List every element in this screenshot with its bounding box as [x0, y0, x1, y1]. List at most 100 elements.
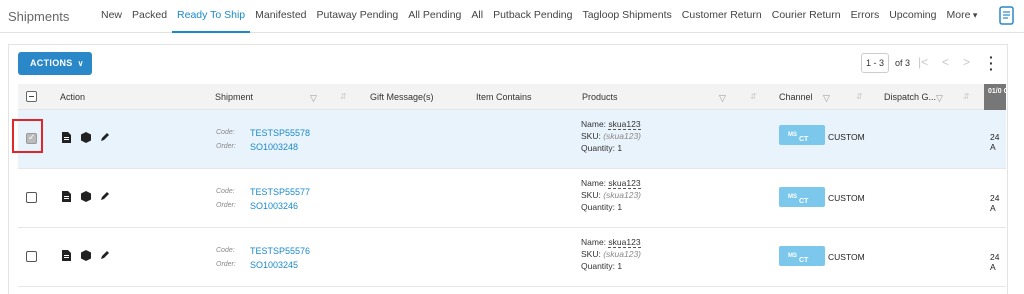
- sort-icon[interactable]: ⇵: [340, 92, 347, 101]
- channel-name: CUSTOM: [828, 193, 865, 203]
- channel-badge: MS CT: [779, 125, 825, 145]
- document-icon[interactable]: [62, 250, 72, 261]
- quantity: Quantity: 1: [581, 143, 623, 153]
- row-actions: [62, 132, 110, 143]
- tab-all-pending[interactable]: All Pending: [403, 0, 466, 33]
- tab-upcoming[interactable]: Upcoming: [884, 0, 941, 33]
- product-name-label: Name:: [581, 119, 607, 129]
- shipment-code-link[interactable]: TESTSP55578: [250, 128, 310, 138]
- product-info: Name: skua123 SKU: (skua123) Quantity: 1: [581, 177, 641, 213]
- col-created: 01/0 Crea: [984, 84, 1006, 110]
- tab-customer-return[interactable]: Customer Return: [677, 0, 767, 33]
- document-icon[interactable]: [62, 132, 72, 143]
- channel-badge-top: MS: [788, 253, 797, 259]
- edit-pencil-icon[interactable]: [100, 132, 110, 143]
- chevron-down-icon: ∨: [77, 59, 84, 68]
- col-dispatch: Dispatch G...: [884, 92, 937, 102]
- select-all-checkbox[interactable]: [26, 91, 37, 102]
- row-checkbox[interactable]: [26, 251, 37, 262]
- sku-value: (skua123): [603, 190, 642, 200]
- col-channel: Channel: [779, 92, 813, 102]
- quantity: Quantity: 1: [581, 261, 623, 271]
- channel-name: CUSTOM: [828, 252, 865, 262]
- filter-icon[interactable]: ▽: [936, 93, 943, 104]
- tab-putback-pending[interactable]: Putback Pending: [488, 0, 577, 33]
- channel-badge: MS CT: [779, 187, 825, 207]
- tab-packed[interactable]: Packed: [127, 0, 172, 33]
- row-actions: [62, 250, 110, 261]
- created-date: 24 A: [990, 132, 1000, 152]
- code-label: Code:: [216, 129, 235, 136]
- edit-pencil-icon[interactable]: [100, 191, 110, 202]
- tab-tagloop-shipments[interactable]: Tagloop Shipments: [577, 0, 676, 33]
- tab-all[interactable]: All: [466, 0, 488, 33]
- table-row[interactable]: Code: TESTSP55578 Order: SO1003248 Name:…: [18, 110, 1006, 169]
- prev-page-icon[interactable]: <: [942, 55, 949, 69]
- edit-pencil-icon[interactable]: [100, 250, 110, 261]
- highlight-box: [12, 119, 43, 153]
- sku-label: SKU:: [581, 190, 601, 200]
- col-gift-message: Gift Message(s): [370, 92, 434, 102]
- row-actions: [62, 191, 110, 202]
- channel-badge-code: CT: [798, 257, 809, 264]
- sku-value: (skua123): [603, 131, 642, 141]
- channel-badge-code: CT: [798, 198, 809, 205]
- tab-courier-return[interactable]: Courier Return: [767, 0, 846, 33]
- order-code-link[interactable]: SO1003245: [250, 260, 298, 270]
- next-page-icon[interactable]: >: [963, 55, 970, 69]
- package-icon[interactable]: [81, 191, 91, 202]
- tab-errors[interactable]: Errors: [846, 0, 885, 33]
- table-row[interactable]: Code: TESTSP55577 Order: SO1003246 Name:…: [18, 169, 1006, 228]
- row-checkbox[interactable]: [26, 192, 37, 203]
- order-label: Order:: [216, 202, 236, 209]
- status-tabs: New Packed Ready To Ship Manifested Puta…: [96, 0, 982, 33]
- tab-manifested[interactable]: Manifested: [250, 0, 311, 33]
- order-label: Order:: [216, 261, 236, 268]
- created-date: 24 A: [990, 193, 1000, 213]
- page-title: Shipments: [8, 9, 70, 24]
- pager-total: of 3: [895, 58, 911, 68]
- tab-ready-to-ship[interactable]: Ready To Ship: [172, 0, 251, 33]
- sku-label: SKU:: [581, 131, 601, 141]
- col-shipment: Shipment: [215, 92, 254, 102]
- code-label: Code:: [216, 188, 235, 195]
- col-action: Action: [60, 92, 86, 102]
- tab-putaway-pending[interactable]: Putaway Pending: [312, 0, 404, 33]
- shipment-code-link[interactable]: TESTSP55577: [250, 187, 310, 197]
- filter-icon[interactable]: ▽: [823, 93, 830, 104]
- product-name[interactable]: skua123: [608, 119, 641, 130]
- shipment-code-link[interactable]: TESTSP55576: [250, 246, 310, 256]
- filter-icon[interactable]: ▽: [719, 93, 726, 104]
- package-icon[interactable]: [81, 132, 91, 143]
- tab-new[interactable]: New: [96, 0, 127, 33]
- sort-icon[interactable]: ⇵: [750, 92, 757, 101]
- actions-button[interactable]: ACTIONS ∨: [18, 52, 92, 75]
- document-list-icon[interactable]: [998, 6, 1016, 26]
- sku-value: (skua123): [603, 249, 642, 259]
- product-name-label: Name:: [581, 178, 607, 188]
- first-page-icon[interactable]: |<: [918, 55, 928, 69]
- sku-label: SKU:: [581, 249, 601, 259]
- pager-range[interactable]: 1 - 3: [861, 53, 889, 73]
- table-header: Action Shipment ▽ ⇵ Gift Message(s) Item…: [18, 84, 1006, 110]
- top-navigation-bar: Shipments New Packed Ready To Ship Manif…: [0, 0, 1024, 33]
- filter-icon[interactable]: ▽: [310, 93, 317, 104]
- channel-badge-top: MS: [788, 194, 797, 200]
- order-label: Order:: [216, 143, 236, 150]
- created-date: 24 A: [990, 252, 1000, 272]
- table-row[interactable]: Code: TESTSP55576 Order: SO1003245 Name:…: [18, 228, 1006, 287]
- order-code-link[interactable]: SO1003248: [250, 142, 298, 152]
- product-name-label: Name:: [581, 237, 607, 247]
- order-code-link[interactable]: SO1003246: [250, 201, 298, 211]
- product-name[interactable]: skua123: [608, 237, 641, 248]
- sort-icon[interactable]: ⇵: [856, 92, 863, 101]
- tab-more-dropdown[interactable]: More: [941, 0, 982, 33]
- product-name[interactable]: skua123: [608, 178, 641, 189]
- more-options-icon[interactable]: · · ·: [989, 50, 994, 76]
- channel-badge-top: MS: [788, 132, 797, 138]
- product-info: Name: skua123 SKU: (skua123) Quantity: 1: [581, 118, 641, 154]
- product-info: Name: skua123 SKU: (skua123) Quantity: 1: [581, 236, 641, 272]
- package-icon[interactable]: [81, 250, 91, 261]
- document-icon[interactable]: [62, 191, 72, 202]
- sort-icon[interactable]: ⇵: [963, 92, 970, 101]
